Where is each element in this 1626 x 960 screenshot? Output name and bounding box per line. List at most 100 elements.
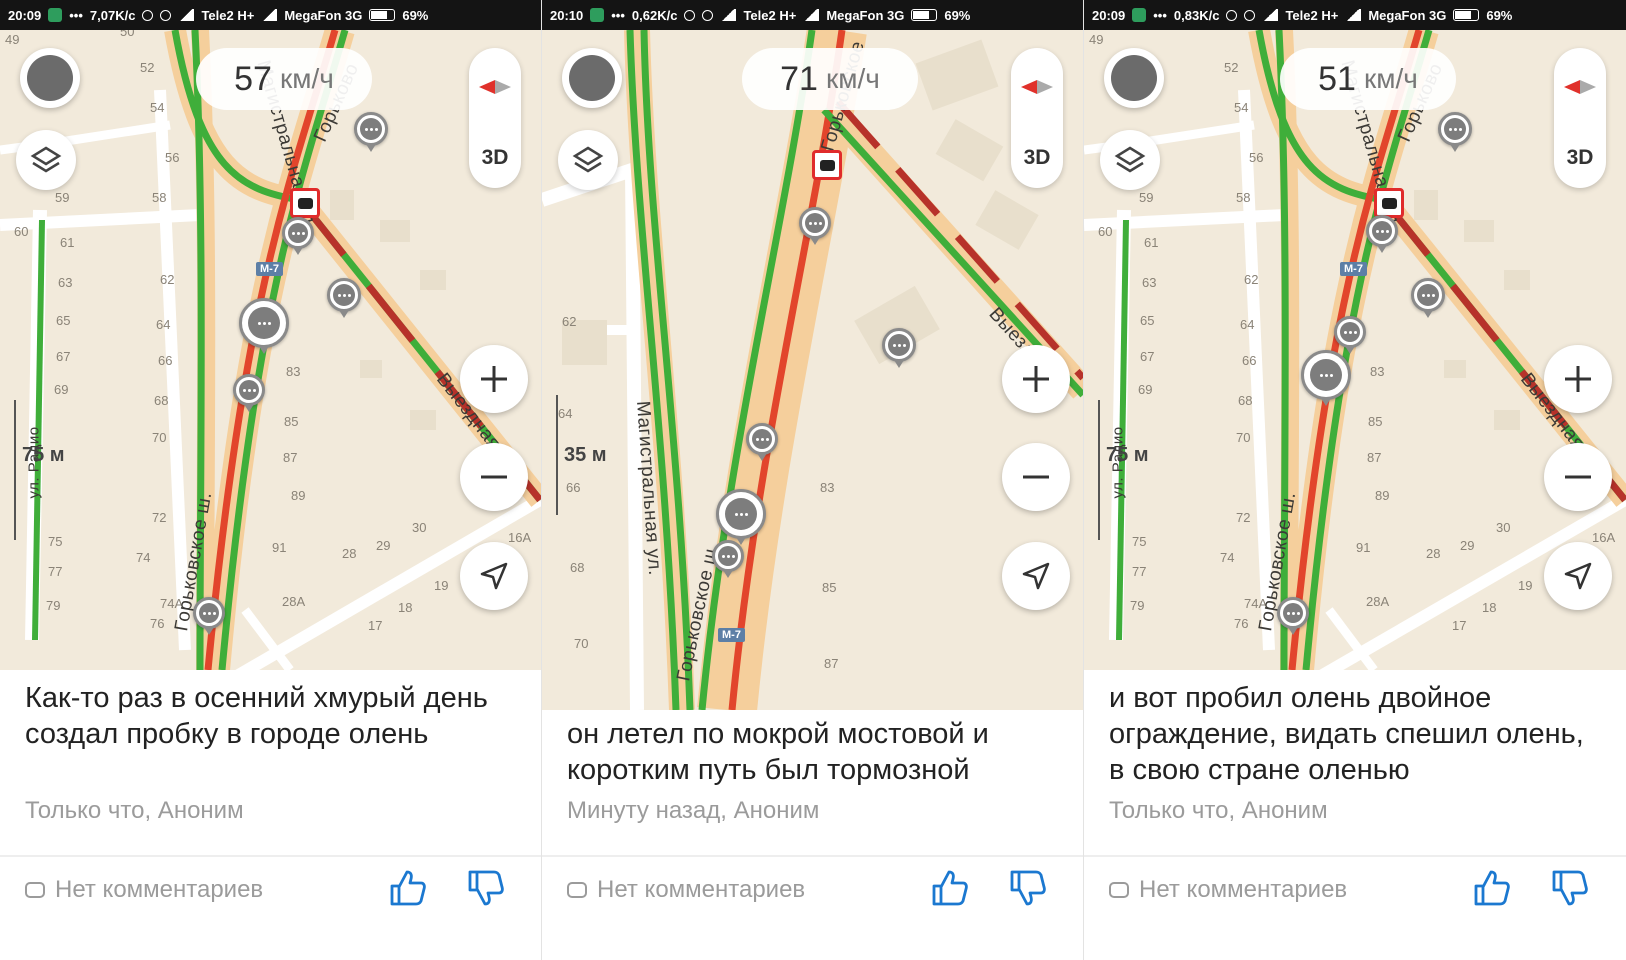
thumbs-down-icon[interactable]: [1008, 868, 1048, 908]
zoom-in-button[interactable]: [460, 345, 528, 413]
house-number: 63: [1142, 275, 1157, 290]
comments-label: Нет комментариев: [55, 876, 264, 903]
post-meta: Только что, Аноним: [1109, 797, 1328, 824]
comments-link[interactable]: Нет комментариев: [25, 876, 263, 904]
house-number: 18: [398, 600, 413, 615]
chat-bubble-icon[interactable]: [746, 423, 778, 461]
chat-bubble-icon[interactable]: [354, 112, 388, 152]
layers-button[interactable]: [1100, 130, 1160, 190]
status-carrier-2: MegaFon 3G: [284, 7, 363, 23]
incident-car-icon[interactable]: [290, 188, 320, 218]
compass-button[interactable]: 3D: [1554, 48, 1606, 188]
house-number: 30: [1496, 520, 1511, 535]
speedometer: 57 км/ч: [196, 48, 372, 110]
3d-toggle-label: 3D: [481, 146, 509, 169]
chat-bubble-icon[interactable]: [327, 278, 361, 318]
house-number: 50: [120, 30, 135, 39]
zoom-in-button[interactable]: [1002, 345, 1070, 413]
comments-link[interactable]: Нет комментариев: [1109, 876, 1347, 904]
house-number: 56: [165, 150, 180, 165]
avatar[interactable]: [562, 48, 622, 108]
house-number: 19: [1518, 578, 1533, 593]
zoom-out-button[interactable]: [460, 443, 528, 511]
house-number: 29: [1460, 538, 1475, 553]
speedometer: 51 км/ч: [1280, 48, 1456, 110]
house-number: 16А: [508, 530, 532, 545]
chat-bubble-icon[interactable]: [193, 597, 225, 635]
alarm-icon: [160, 9, 172, 21]
chat-bubble-icon[interactable]: [882, 328, 916, 368]
status-bar: 20:09 ••• 0,83K/c Tele2 H+ MegaFon 3G 69…: [1084, 0, 1626, 30]
chat-bubble-icon[interactable]: [716, 489, 766, 545]
chat-bubble-icon[interactable]: [1277, 597, 1309, 635]
house-number: 65: [56, 313, 71, 328]
scale-bar: [556, 395, 558, 515]
chat-bubble-icon[interactable]: [239, 298, 289, 354]
speedometer: 71 км/ч: [742, 48, 918, 110]
house-number: 29: [376, 538, 391, 553]
status-carrier-2: MegaFon 3G: [826, 7, 905, 23]
locate-button[interactable]: [1002, 542, 1070, 610]
house-number: 68: [154, 393, 169, 408]
comment-icon: [567, 882, 587, 898]
house-number: 77: [48, 564, 63, 579]
screen-3: 20:09 ••• 0,83K/c Tele2 H+ MegaFon 3G 69…: [1084, 0, 1626, 960]
chat-bubble-icon[interactable]: [1411, 278, 1445, 318]
avatar[interactable]: [20, 48, 80, 108]
house-number: 18: [1482, 600, 1497, 615]
sync-icon: [142, 9, 154, 21]
zoom-out-button[interactable]: [1002, 443, 1070, 511]
locate-button[interactable]: [460, 542, 528, 610]
thumbs-up-icon[interactable]: [388, 868, 428, 908]
house-number: 89: [1375, 488, 1390, 503]
house-number: 28: [342, 546, 357, 561]
house-number: 91: [1356, 540, 1371, 555]
house-number: 62: [562, 314, 577, 329]
zoom-in-button[interactable]: [1544, 345, 1612, 413]
status-battery: 69%: [944, 7, 971, 23]
locate-button[interactable]: [1544, 542, 1612, 610]
thumbs-up-icon[interactable]: [930, 868, 970, 908]
speed-value: 57: [234, 59, 272, 98]
incident-car-icon[interactable]: [812, 150, 842, 180]
thumbs-down-icon[interactable]: [1550, 868, 1590, 908]
more-notifications-icon: •••: [611, 7, 625, 23]
chat-bubble-icon[interactable]: [712, 540, 744, 578]
status-data-speed: 0,83K/c: [1173, 7, 1220, 23]
status-time: 20:09: [1092, 7, 1126, 23]
chat-bubble-icon[interactable]: [233, 374, 265, 412]
map-view[interactable]: 49 50 52 54 56 58 59 60 61 62 63 64 65 6…: [0, 30, 541, 670]
incident-car-icon[interactable]: [1374, 188, 1404, 218]
chat-bubble-icon[interactable]: [282, 217, 314, 255]
chat-bubble-icon[interactable]: [1334, 316, 1366, 354]
house-number: 58: [1236, 190, 1251, 205]
house-number: 62: [160, 272, 175, 287]
chat-bubble-icon[interactable]: [1301, 350, 1351, 406]
screen-2: 20:10 ••• 0,62K/c Tele2 H+ MegaFon 3G 69…: [542, 0, 1083, 960]
chat-bubble-icon[interactable]: [799, 207, 831, 245]
thumbs-down-icon[interactable]: [466, 868, 506, 908]
app-notification-icon: [590, 8, 605, 22]
story-text: Как-то раз в осенний хмурый день создал …: [25, 682, 488, 750]
layers-button[interactable]: [558, 130, 618, 190]
compass-button[interactable]: 3D: [1011, 48, 1063, 188]
compass-button[interactable]: 3D: [469, 48, 521, 188]
house-number: 64: [1240, 317, 1255, 332]
chat-bubble-icon[interactable]: [1366, 215, 1398, 253]
comments-link[interactable]: Нет комментариев: [567, 876, 805, 904]
house-number: 85: [284, 414, 299, 429]
chat-bubble-icon[interactable]: [1438, 112, 1472, 152]
zoom-out-button[interactable]: [1544, 443, 1612, 511]
layers-button[interactable]: [16, 130, 76, 190]
house-number: 59: [1139, 190, 1154, 205]
thumbs-up-icon[interactable]: [1472, 868, 1512, 908]
avatar[interactable]: [1104, 48, 1164, 108]
map-view[interactable]: 49 52 54 56 58 59 60 61 62 63 64 65 66 6…: [1084, 30, 1626, 670]
speed-unit: км/ч: [279, 63, 334, 94]
house-number: 68: [570, 560, 585, 575]
house-number: 66: [158, 353, 173, 368]
house-number: 75: [48, 534, 63, 549]
status-bar: 20:09 ••• 7,07K/c Tele2 H+ MegaFon 3G 69…: [0, 0, 541, 30]
map-view[interactable]: 62 64 66 68 70 83 85 87 Магистральная ул…: [542, 30, 1083, 710]
house-number: 19: [434, 578, 449, 593]
